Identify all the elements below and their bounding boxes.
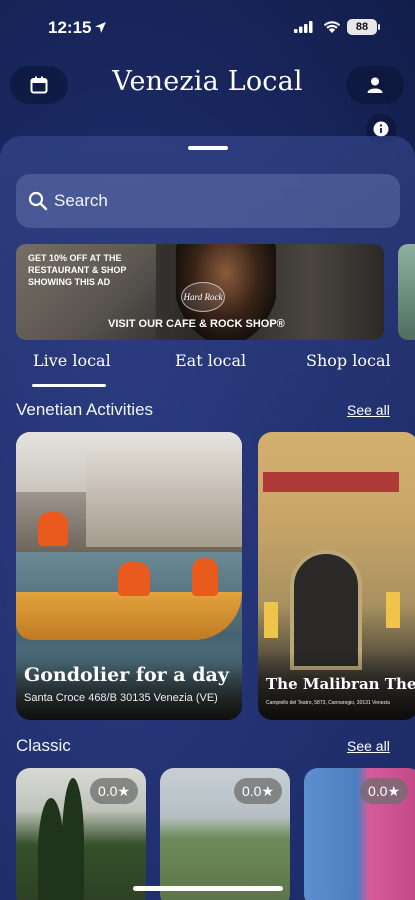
location-arrow-icon <box>95 22 106 33</box>
activity-card[interactable]: The Malibran Theatre Campiello del Teatr… <box>258 432 415 720</box>
banner-cta-text: VISIT OUR CAFE & ROCK SHOP® <box>108 318 285 330</box>
card-photo-person <box>118 562 150 596</box>
activity-card-title: The Malibran Theatre <box>266 675 415 693</box>
promo-banner[interactable]: GET 10% OFF AT THE RESTAURANT & SHOP SHO… <box>16 244 384 340</box>
rating-badge: 0.0★ <box>234 778 282 804</box>
activity-card[interactable]: Gondolier for a day Santa Croce 468/B 30… <box>16 432 242 720</box>
home-indicator[interactable] <box>133 886 283 891</box>
info-icon <box>373 121 389 137</box>
battery-indicator: 88 <box>347 19 377 35</box>
classic-card[interactable]: 0.0★ <box>16 768 146 900</box>
rating-badge: 0.0★ <box>90 778 138 804</box>
next-banner-peek[interactable] <box>398 244 415 340</box>
activity-card-address: Santa Croce 468/B 30135 Venezia (VE) <box>24 692 218 704</box>
rating-badge: 0.0★ <box>360 778 408 804</box>
active-tab-underline <box>32 384 106 387</box>
search-icon <box>28 191 48 211</box>
tab-shop-local[interactable]: Shop local <box>306 351 391 370</box>
card-photo-tree <box>62 778 84 900</box>
cellular-signal-icon <box>294 21 313 33</box>
battery-cap <box>378 24 380 30</box>
section-title-activities: Venetian Activities <box>16 400 154 419</box>
search-placeholder: Search <box>54 191 108 210</box>
card-photo-sign <box>263 472 399 492</box>
banner-promo-text: GET 10% OFF AT THE RESTAURANT & SHOP SHO… <box>28 253 127 287</box>
card-photo-person <box>192 558 218 596</box>
search-input[interactable]: Search <box>16 174 400 228</box>
see-all-activities-link[interactable]: See all <box>347 402 390 418</box>
content-sheet: Search GET 10% OFF AT THE RESTAURANT & S… <box>0 136 415 900</box>
status-time: 12:15 <box>48 18 92 37</box>
section-title-classic: Classic <box>16 736 71 755</box>
card-photo-person <box>38 512 68 546</box>
card-photo-window <box>386 592 400 628</box>
activity-card-address: Campiello del Teatro, 5873, Cannaregio, … <box>266 700 390 706</box>
activity-card-title: Gondolier for a day <box>24 664 229 686</box>
card-photo-window <box>264 602 278 638</box>
see-all-classic-link[interactable]: See all <box>347 738 390 754</box>
sheet-grabber[interactable] <box>188 146 228 150</box>
classic-card[interactable]: 0.0★ <box>160 768 290 900</box>
wifi-icon <box>323 21 341 33</box>
card-photo-tree <box>38 798 64 900</box>
status-bar: 12:15 88 <box>0 0 415 56</box>
card-photo-building <box>86 452 242 547</box>
tab-eat-local[interactable]: Eat local <box>175 351 246 370</box>
card-photo-gondola <box>16 592 242 640</box>
profile-button[interactable] <box>346 66 404 104</box>
hard-rock-logo: Hard Rock <box>181 282 225 312</box>
tab-live-local[interactable]: Live local <box>33 351 111 370</box>
classic-card[interactable]: 0.0★ <box>304 768 415 900</box>
user-icon <box>367 77 383 93</box>
